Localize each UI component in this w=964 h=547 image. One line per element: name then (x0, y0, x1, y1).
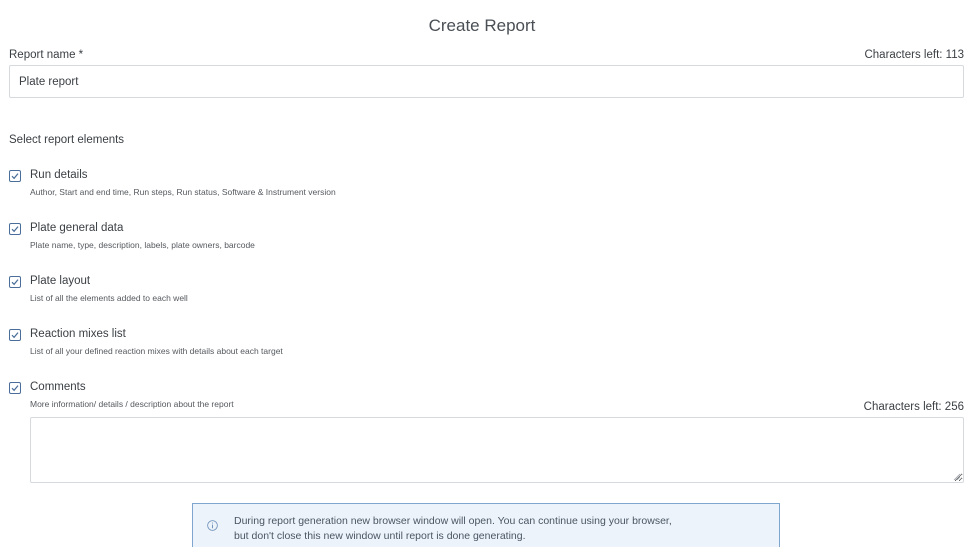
plate-layout-checkbox[interactable] (9, 276, 21, 288)
reaction-mixes-list-checkbox[interactable] (9, 329, 21, 341)
info-message-line-1: During report generation new browser win… (234, 515, 672, 527)
check-icon (11, 279, 19, 286)
resize-handle-icon[interactable] (953, 473, 961, 481)
plate-general-data-label[interactable]: Plate general data (30, 222, 123, 234)
select-elements-label: Select report elements (9, 134, 125, 146)
comments-checkbox[interactable] (9, 382, 21, 394)
info-icon (207, 520, 218, 531)
run-details-label[interactable]: Run details (30, 169, 88, 181)
comments-characters-left: Characters left: 256 (863, 401, 964, 413)
reaction-mixes-list-description: List of all your defined reaction mixes … (30, 346, 283, 356)
dialog-title: Create Report (428, 16, 536, 35)
comments-label[interactable]: Comments (30, 381, 86, 393)
report-name-label: Report name * (9, 49, 84, 61)
check-icon (11, 332, 19, 339)
plate-general-data-description: Plate name, type, description, labels, p… (30, 240, 255, 250)
info-message-line-2: but don't close this new window until re… (234, 530, 526, 542)
plate-general-data-checkbox[interactable] (9, 223, 21, 235)
comments-textarea[interactable] (30, 417, 964, 483)
check-icon (11, 226, 19, 233)
run-details-checkbox[interactable] (9, 170, 21, 182)
plate-layout-label[interactable]: Plate layout (30, 275, 90, 287)
info-banner: During report generation new browser win… (192, 503, 780, 547)
create-report-dialog: Create Report Report name * Characters l… (0, 0, 964, 547)
check-icon (11, 173, 19, 180)
run-details-description: Author, Start and end time, Run steps, R… (30, 187, 336, 197)
info-message: During report generation new browser win… (234, 514, 672, 544)
reaction-mixes-list-label[interactable]: Reaction mixes list (30, 328, 126, 340)
report-name-input[interactable] (9, 65, 964, 98)
plate-layout-description: List of all the elements added to each w… (30, 293, 188, 303)
report-name-characters-left: Characters left: 113 (864, 49, 964, 61)
comments-description: More information/ details / description … (30, 399, 234, 409)
check-icon (11, 385, 19, 392)
